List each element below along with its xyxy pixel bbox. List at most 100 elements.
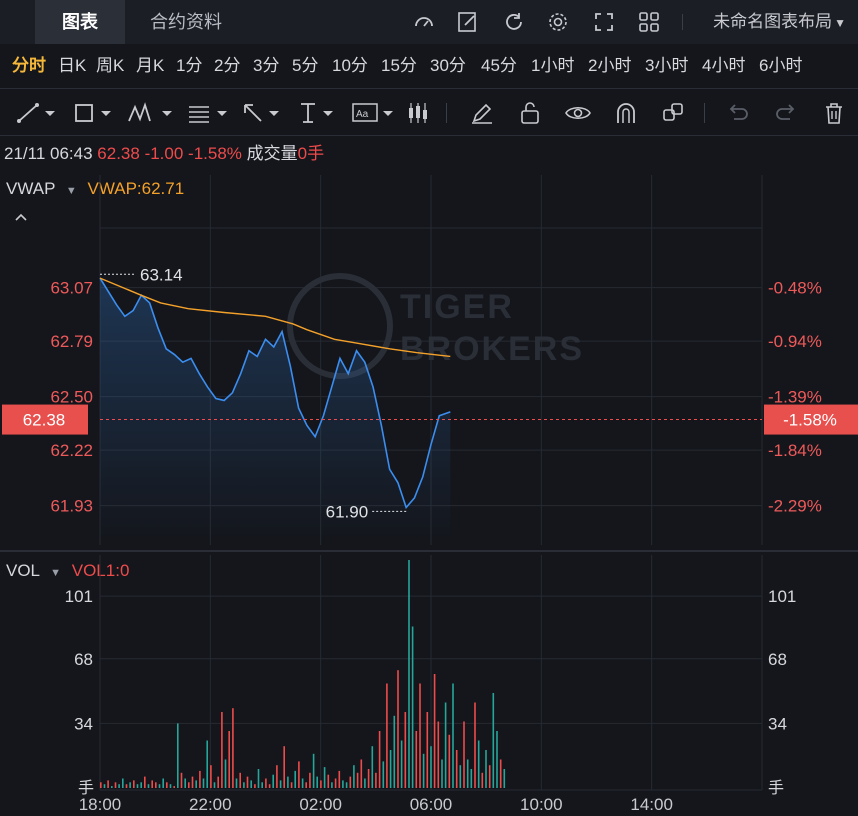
vol-value: VOL1:0: [71, 561, 130, 580]
interval-11[interactable]: 45分: [481, 44, 517, 88]
volume-bar: [100, 782, 102, 788]
price-line: [99, 277, 451, 510]
volume-bar: [334, 778, 337, 788]
interval-9[interactable]: 15分: [381, 44, 417, 88]
price-area: [100, 278, 451, 540]
volume-bar: [466, 759, 469, 788]
volume-bar: [217, 776, 219, 788]
volume-bar: [433, 674, 436, 788]
volume-bar: [312, 753, 315, 788]
volume-bar: [103, 784, 106, 788]
interval-2[interactable]: 周K: [96, 44, 124, 88]
volume-bar: [349, 776, 352, 788]
volume-bar: [221, 712, 223, 788]
top-bar: 图表 合约资料 未命名图表布局 ▼: [0, 0, 858, 44]
interval-4[interactable]: 1分: [176, 44, 202, 88]
vol-y-tick-right: 34: [768, 714, 787, 733]
vol-indicator-name: VOL: [6, 561, 40, 580]
vol-unit-right: 手: [768, 779, 784, 797]
edit-icon[interactable]: [456, 10, 480, 34]
undo-icon[interactable]: [722, 99, 754, 127]
volume-bar: [378, 731, 381, 788]
unlock-icon[interactable]: [514, 99, 546, 127]
tab-chart[interactable]: 图表: [35, 0, 125, 44]
volume-bar: [151, 780, 153, 788]
line-tool-icon[interactable]: [14, 99, 60, 127]
volume-bar: [404, 712, 407, 788]
interval-13[interactable]: 2小时: [588, 44, 631, 88]
settings-icon[interactable]: [546, 10, 570, 34]
interval-15[interactable]: 4小时: [702, 44, 745, 88]
x-tick-label: 02:00: [299, 795, 342, 814]
quote-price: 62.38: [97, 144, 140, 163]
arrow-tool-icon[interactable]: [238, 99, 284, 127]
copy-icon[interactable]: [658, 99, 690, 127]
volume-bar: [496, 731, 498, 788]
delete-icon[interactable]: [818, 99, 850, 127]
caret-down-icon: ▼: [65, 185, 77, 197]
refresh-icon[interactable]: [502, 10, 526, 34]
x-tick-label: 10:00: [520, 795, 563, 814]
interval-7[interactable]: 5分: [292, 44, 318, 88]
interval-8[interactable]: 10分: [332, 44, 368, 88]
volume-bar: [125, 784, 128, 788]
redo-icon[interactable]: [770, 99, 802, 127]
eye-icon[interactable]: [562, 99, 594, 127]
x-tick-label: 22:00: [189, 795, 232, 814]
rectangle-tool-icon[interactable]: [70, 99, 116, 127]
volume-bar: [250, 780, 252, 788]
collapse-chevron-icon[interactable]: [12, 208, 30, 226]
pencil-icon[interactable]: [466, 99, 498, 127]
volume-bar: [470, 769, 473, 788]
volume-bar: [331, 782, 333, 788]
x-tick-label: 06:00: [410, 795, 453, 814]
magnet-icon[interactable]: [610, 99, 642, 127]
interval-5[interactable]: 2分: [214, 44, 240, 88]
interval-14[interactable]: 3小时: [645, 44, 688, 88]
y-tick-left: 63.07: [50, 279, 93, 298]
text-tool-icon[interactable]: Aa: [350, 99, 396, 127]
quote-change: -1.00: [144, 144, 184, 163]
y-tick-left: 62.22: [50, 441, 93, 460]
vertical-text-tool-icon[interactable]: [294, 99, 340, 127]
vol-indicator-selector[interactable]: VOL ▼ VOL1:0: [6, 560, 129, 584]
volume-bar: [290, 782, 293, 788]
volume-bar: [397, 670, 399, 788]
volume-bar: [294, 770, 296, 788]
grid-icon[interactable]: [637, 10, 661, 34]
volume-bar: [301, 778, 304, 788]
fullscreen-icon[interactable]: [592, 10, 616, 34]
volume-bar: [441, 759, 443, 788]
tab-contract-info[interactable]: 合约资料: [150, 0, 222, 44]
interval-10[interactable]: 30分: [430, 44, 466, 88]
interval-3[interactable]: 月K: [136, 44, 164, 88]
volume-bar: [118, 784, 120, 788]
candle-tool-icon[interactable]: [402, 99, 434, 127]
volume-bar: [144, 776, 146, 788]
volume-bar: [386, 683, 388, 788]
volume-bar: [246, 776, 249, 788]
volume-bar: [305, 782, 307, 788]
interval-6[interactable]: 3分: [253, 44, 279, 88]
caret-down-icon: ▼: [834, 16, 846, 30]
fibonacci-tool-icon[interactable]: [184, 99, 230, 127]
pattern-tool-icon[interactable]: [126, 99, 178, 127]
volume-bar: [481, 772, 484, 788]
speedometer-icon[interactable]: [412, 10, 436, 34]
current-price-badge-text: 62.38: [23, 411, 66, 430]
volume-bar: [173, 786, 175, 788]
quote-change-pct: -1.58%: [188, 144, 242, 163]
volume-bar: [356, 772, 359, 788]
volume-bar: [415, 731, 418, 788]
price-series: 63.14 61.90: [99, 265, 762, 540]
interval-12[interactable]: 1小时: [531, 44, 574, 88]
volume-bar: [323, 767, 326, 788]
layout-dropdown[interactable]: 未命名图表布局 ▼: [713, 0, 846, 44]
volume-bar: [463, 721, 465, 788]
interval-16[interactable]: 6小时: [759, 44, 802, 88]
quote-info-bar: 21/11 06:43 62.38 -1.00 -1.58% 成交量0手: [4, 142, 324, 166]
watermark: TIGER BROKERS: [287, 273, 582, 379]
interval-0[interactable]: 分时: [12, 44, 46, 88]
interval-1[interactable]: 日K: [58, 44, 86, 88]
vwap-indicator-selector[interactable]: VWAP ▼ VWAP:62.71: [6, 178, 184, 202]
